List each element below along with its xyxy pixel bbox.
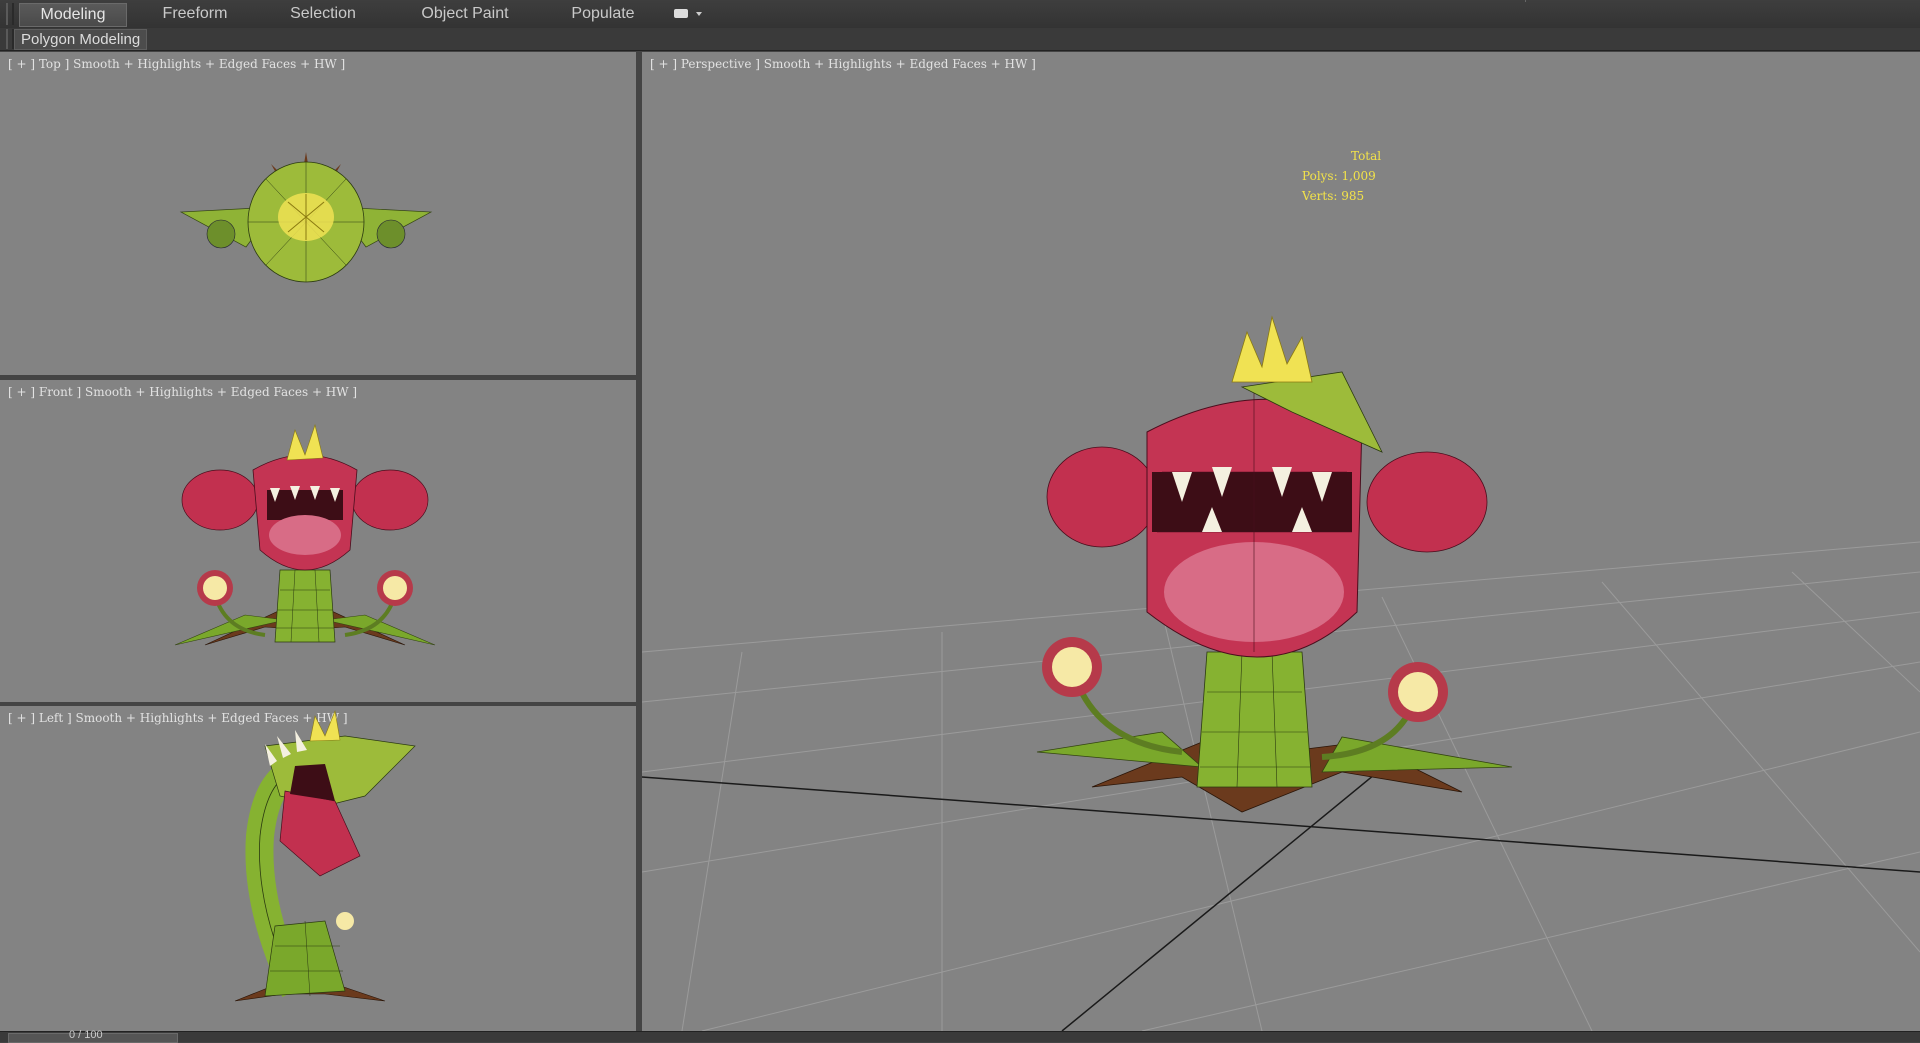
tab-object-paint[interactable]: Object Paint bbox=[405, 3, 525, 25]
tab-populate[interactable]: Populate bbox=[555, 3, 651, 25]
time-slider-label: 0 / 100 bbox=[69, 1029, 103, 1041]
stats-verts: Verts: 985 bbox=[1302, 189, 1365, 203]
perspective-plant-render bbox=[642, 315, 1920, 1031]
tab-modeling[interactable]: Modeling bbox=[19, 3, 127, 27]
viewport-left[interactable]: [ + ] Left ] Smooth + Highlights + Edged… bbox=[0, 706, 636, 1031]
viewport-top[interactable]: [ + ] Top ] Smooth + Highlights + Edged … bbox=[0, 52, 636, 375]
ribbon-divider bbox=[1525, 0, 1526, 2]
time-slider-bar: 0 / 100 bbox=[0, 1029, 1920, 1043]
ribbon-toggle-icon bbox=[674, 9, 688, 18]
ribbon-options-dropdown[interactable] bbox=[672, 6, 706, 22]
viewport-front[interactable]: [ + ] Front ] Smooth + Highlights + Edge… bbox=[0, 380, 636, 702]
stats-total-label: Total bbox=[1351, 149, 1382, 163]
polygon-stats-overlay: Total Polys: 1,009 Verts: 985 bbox=[1302, 146, 1381, 206]
chevron-down-icon bbox=[696, 12, 702, 16]
viewport-perspective[interactable]: [ + ] Perspective ] Smooth + Highlights … bbox=[642, 52, 1920, 1031]
tab-selection[interactable]: Selection bbox=[267, 3, 379, 25]
top-view-plant-render bbox=[179, 152, 433, 283]
front-view-plant-render bbox=[174, 423, 436, 646]
stats-polys: Polys: 1,009 bbox=[1302, 169, 1376, 183]
ribbon-tab-bar: Modeling Freeform Selection Object Paint… bbox=[0, 0, 1920, 29]
polygon-modeling-panel-button[interactable]: Polygon Modeling bbox=[14, 29, 148, 50]
time-slider[interactable]: 0 / 100 bbox=[8, 1029, 178, 1043]
left-view-plant-render bbox=[234, 709, 416, 1002]
tab-freeform[interactable]: Freeform bbox=[140, 3, 250, 25]
panel-grip-handle[interactable] bbox=[6, 29, 14, 49]
ribbon-panel-bar: Polygon Modeling bbox=[0, 28, 1920, 51]
ribbon-grip-handle[interactable] bbox=[6, 3, 14, 25]
